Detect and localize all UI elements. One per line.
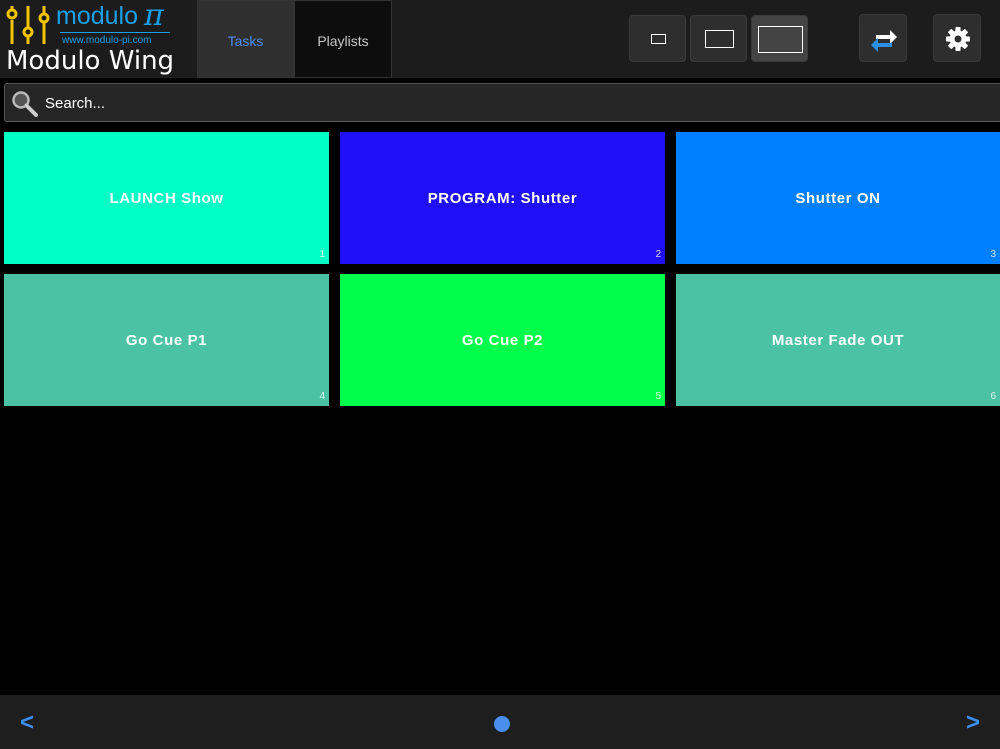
- task-label: Go Cue P2: [461, 331, 544, 349]
- task-label: Go Cue P1: [125, 331, 208, 349]
- task-tile[interactable]: PROGRAM: Shutter 2: [340, 132, 665, 264]
- sync-button[interactable]: [859, 14, 907, 62]
- sync-icon: [871, 30, 897, 52]
- modulo-logo-icon: [6, 6, 50, 44]
- task-label: PROGRAM: Shutter: [427, 189, 578, 207]
- brand-name: modulo: [56, 2, 138, 30]
- search-input[interactable]: Search...: [4, 83, 1000, 122]
- settings-button[interactable]: [933, 14, 981, 62]
- tile-size-small-button[interactable]: [629, 15, 686, 62]
- header-bar: modulo π www.modulo-pi.com Modulo Wing T…: [0, 0, 1000, 78]
- brand-underline: [60, 32, 170, 33]
- tile-size-large-button[interactable]: [751, 15, 808, 62]
- previous-page-button[interactable]: <: [20, 709, 34, 737]
- search-placeholder: Search...: [45, 95, 106, 112]
- task-tile[interactable]: Shutter ON 3: [676, 132, 1000, 264]
- task-tile[interactable]: Master Fade OUT 6: [676, 274, 1000, 406]
- task-label: Shutter ON: [795, 189, 881, 207]
- task-label: Master Fade OUT: [771, 331, 905, 349]
- task-number: 5: [655, 391, 661, 402]
- task-number: 6: [990, 391, 996, 402]
- task-tile[interactable]: Go Cue P2 5: [340, 274, 665, 406]
- page-indicator-dot[interactable]: [494, 716, 510, 732]
- brand-url: www.modulo-pi.com: [62, 35, 152, 46]
- task-number: 4: [319, 391, 325, 402]
- task-label: LAUNCH Show: [109, 189, 224, 207]
- app-title: Modulo Wing: [6, 46, 175, 76]
- logo: modulo π www.modulo-pi.com Modulo Wing: [6, 0, 186, 76]
- task-number: 3: [990, 249, 996, 260]
- tile-size-medium-button[interactable]: [690, 15, 747, 62]
- gear-icon: [946, 27, 970, 51]
- tab-playlists[interactable]: Playlists: [294, 0, 392, 78]
- task-tile[interactable]: Go Cue P1 4: [4, 274, 329, 406]
- large-rectangle-icon: [758, 26, 803, 53]
- tab-tasks[interactable]: Tasks: [197, 0, 294, 78]
- next-page-button[interactable]: >: [966, 709, 980, 737]
- small-rectangle-icon: [651, 34, 666, 44]
- medium-rectangle-icon: [705, 30, 734, 48]
- brand-pi-glyph: π: [144, 0, 164, 33]
- task-number: 2: [655, 249, 661, 260]
- task-tile[interactable]: LAUNCH Show 1: [4, 132, 329, 264]
- pager-bar: < >: [0, 695, 1000, 749]
- search-icon: [12, 91, 38, 117]
- task-number: 1: [319, 249, 325, 260]
